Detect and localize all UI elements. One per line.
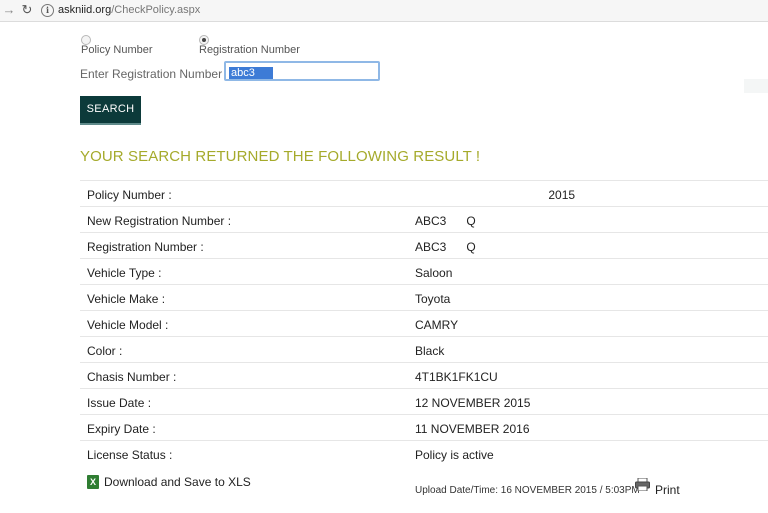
- row-label: Vehicle Type :: [87, 266, 162, 280]
- row-value: Toyota: [415, 292, 451, 306]
- back-arrow-icon[interactable]: →: [1, 2, 17, 18]
- row-value: Saloon: [415, 266, 453, 280]
- table-row: Registration Number : ABC3 Q: [80, 232, 768, 258]
- table-row: New Registration Number : ABC3 Q: [80, 206, 768, 232]
- download-xls-label[interactable]: Download and Save to XLS: [104, 475, 251, 489]
- table-row: Policy Number : 2015: [80, 180, 768, 206]
- excel-icon: X: [87, 475, 99, 489]
- row-value: ABC3 Q: [415, 214, 476, 228]
- table-row: Color : Black: [80, 336, 768, 362]
- row-label: Expiry Date :: [87, 422, 156, 436]
- row-value: Policy is active: [415, 448, 494, 462]
- row-label: Vehicle Make :: [87, 292, 166, 306]
- row-value: 2015: [415, 188, 576, 202]
- table-row: Chasis Number : 4T1BK1FK1CU: [80, 362, 768, 388]
- url-domain: askniid.org: [58, 4, 112, 16]
- row-label: New Registration Number :: [87, 214, 232, 228]
- row-label: Policy Number :: [87, 188, 172, 202]
- row-label: Registration Number :: [87, 240, 204, 254]
- upload-date-time: Upload Date/Time: 16 NOVEMBER 2015 / 5:0…: [415, 485, 640, 496]
- site-info-icon[interactable]: i: [41, 4, 54, 17]
- reload-icon[interactable]: ↻: [19, 2, 35, 18]
- row-value: 4T1BK1FK1CU: [415, 370, 498, 384]
- side-control[interactable]: [744, 79, 768, 93]
- table-row: License Status : Policy is active: [80, 440, 768, 466]
- print-link[interactable]: Print: [655, 483, 680, 497]
- policy-number-radio-label[interactable]: Policy Number: [81, 44, 153, 57]
- row-label: Vehicle Model :: [87, 318, 169, 332]
- row-value: ABC3 Q: [415, 240, 476, 254]
- printer-icon[interactable]: [635, 478, 650, 491]
- address-bar[interactable]: askniid.org/CheckPolicy.aspx: [58, 3, 200, 17]
- row-label: Color :: [87, 344, 123, 358]
- row-value: 11 NOVEMBER 2016: [415, 422, 530, 436]
- row-value: 12 NOVEMBER 2015: [415, 396, 531, 410]
- table-row: Vehicle Type : Saloon: [80, 258, 768, 284]
- registration-number-radio-label[interactable]: Registration Number: [199, 44, 300, 57]
- table-row: Issue Date : 12 NOVEMBER 2015: [80, 388, 768, 414]
- row-label: Chasis Number :: [87, 370, 177, 384]
- result-heading: YOUR SEARCH RETURNED THE FOLLOWING RESUL…: [80, 148, 481, 165]
- registration-number-input[interactable]: abc3: [224, 61, 380, 81]
- browser-toolbar: → ↻ i askniid.org/CheckPolicy.aspx: [0, 0, 768, 22]
- search-button[interactable]: SEARCH: [80, 96, 141, 123]
- table-row: Vehicle Model : CAMRY: [80, 310, 768, 336]
- url-path: /CheckPolicy.aspx: [111, 4, 201, 16]
- row-value: Black: [415, 344, 445, 358]
- table-row: Expiry Date : 11 NOVEMBER 2016: [80, 414, 768, 440]
- row-value: CAMRY: [415, 318, 459, 332]
- row-label: License Status :: [87, 448, 173, 462]
- registration-field-label: Enter Registration Number :: [80, 67, 229, 81]
- result-table: Policy Number : 2015 New Registration Nu…: [80, 180, 768, 466]
- table-row: Vehicle Make : Toyota: [80, 284, 768, 310]
- row-label: Issue Date :: [87, 396, 152, 410]
- registration-number-value: abc3: [229, 67, 273, 79]
